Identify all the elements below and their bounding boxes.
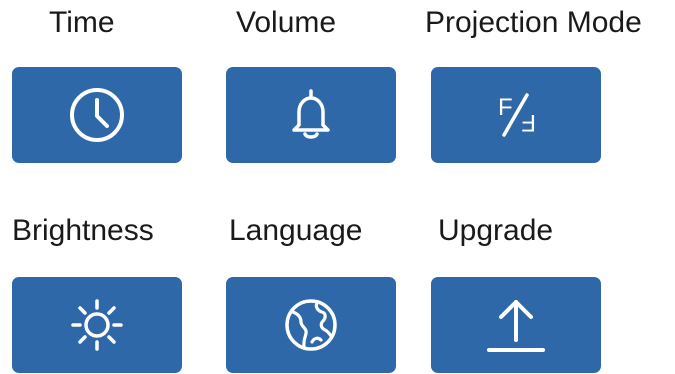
language-button[interactable] [226, 277, 396, 373]
volume-button[interactable] [226, 67, 396, 163]
projection-mode-icon: F F [486, 85, 546, 145]
brightness-label: Brightness [12, 214, 154, 247]
upload-icon [481, 290, 551, 360]
volume-label: Volume [236, 6, 337, 39]
language-label: Language [229, 214, 363, 247]
globe-icon [281, 295, 341, 355]
projection-glyph-bottom: F [521, 109, 536, 136]
projection-glyph-top: F [498, 94, 513, 121]
sun-icon [67, 295, 127, 355]
brightness-button[interactable] [12, 277, 182, 373]
projection-mode-label: Projection Mode [425, 6, 642, 39]
upgrade-label: Upgrade [438, 214, 554, 247]
clock-icon [67, 85, 127, 145]
settings-menu: Time Volume Projection Mode F F Brightne… [0, 0, 675, 374]
projection-mode-button[interactable]: F F [431, 67, 601, 163]
bell-icon [281, 85, 341, 145]
upgrade-button[interactable] [431, 277, 601, 373]
time-button[interactable] [12, 67, 182, 163]
time-label: Time [49, 6, 115, 39]
